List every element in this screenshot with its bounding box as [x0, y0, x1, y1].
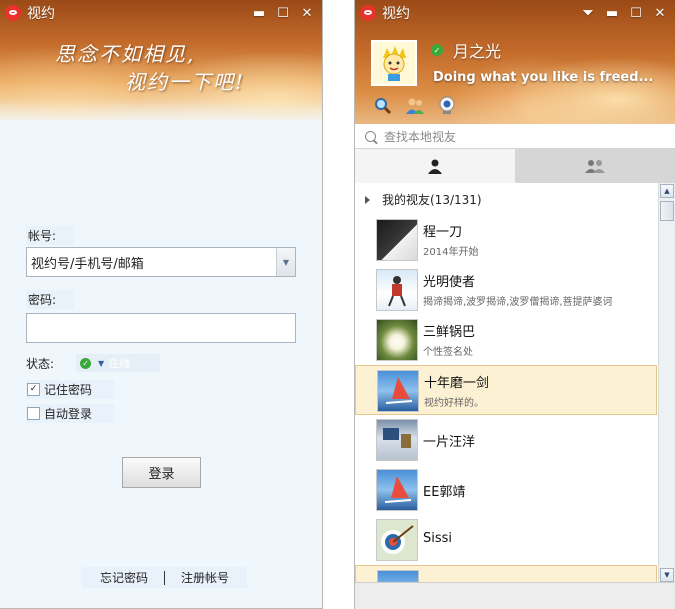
friend-item[interactable]: Sissi	[355, 515, 657, 565]
user-avatar[interactable]	[371, 40, 417, 86]
friend-list-scrollbar[interactable]: ▲ ▼	[658, 183, 675, 583]
app-logo-icon	[5, 5, 21, 21]
app-title: 视约	[27, 6, 55, 22]
office-avatar	[376, 419, 418, 461]
friend-name: 光明使者	[423, 275, 476, 290]
search-friend-icon[interactable]	[373, 96, 393, 116]
auto-login-label: 自动登录	[44, 407, 93, 421]
friend-item-selected[interactable]: 十年磨一剑 视约好样的。	[355, 365, 657, 415]
account-combobox[interactable]: 视约号/手机号/邮箱 ▼	[26, 247, 296, 277]
app-logo-icon	[360, 5, 376, 21]
nickname: 月之光	[453, 42, 502, 61]
scroll-up-button[interactable]: ▲	[660, 184, 674, 198]
minimize-button[interactable]: ▬	[250, 4, 268, 22]
link-separator	[164, 570, 166, 585]
friend-list-window: ✓ 月之光 Doing what you like is freed... 视约…	[354, 0, 675, 609]
main-titlebar[interactable]: 视约 ⏷ ▬ ☐ ✕	[355, 0, 675, 26]
password-label: 密码:	[26, 290, 75, 309]
caret-down-icon: ▼	[98, 358, 105, 368]
friend-list: 我的视友(13/131) 程一刀 2014年开始 光明使者 揭谛揭谛,波罗揭谛,…	[355, 183, 675, 583]
password-input[interactable]	[26, 313, 296, 343]
register-account-link[interactable]: 注册帐号	[171, 569, 239, 586]
friend-item[interactable]: 三鲜锅巴 个性签名处	[355, 315, 657, 365]
status-value: 在线	[108, 357, 131, 370]
signature-text[interactable]: Doing what you like is freed...	[433, 70, 653, 85]
friend-name: 程一刀	[423, 225, 463, 240]
remember-password-label: 记住密码	[44, 383, 93, 397]
friend-item-partial[interactable]	[355, 565, 657, 583]
remember-password-checkbox[interactable]: ✓ 记住密码	[26, 380, 115, 399]
person-icon	[428, 159, 442, 174]
contact-tabs	[355, 149, 675, 183]
checkmark-icon: ✓	[27, 383, 40, 396]
menu-dropdown-button[interactable]: ⏷	[579, 4, 597, 22]
login-titlebar[interactable]: 视约 ▬ ☐ ✕	[0, 0, 322, 26]
status-label: 状态:	[26, 356, 55, 371]
online-status-icon: ✓	[80, 357, 92, 369]
local-search-bar[interactable]: 查找本地视友	[355, 124, 675, 149]
windsurf-avatar	[377, 370, 419, 412]
close-button[interactable]: ✕	[651, 4, 669, 22]
account-input[interactable]: 视约号/手机号/邮箱	[27, 253, 144, 272]
expand-triangle-icon[interactable]	[365, 195, 370, 204]
target-avatar	[376, 519, 418, 561]
cartoon-avatar-icon	[383, 46, 406, 81]
forgot-password-link[interactable]: 忘记密码	[90, 569, 158, 586]
account-label: 帐号:	[26, 226, 75, 245]
friend-name: Sissi	[423, 531, 453, 546]
slogan-line-1: 思念不如相见,	[55, 42, 196, 66]
search-icon	[365, 130, 376, 142]
friend-group-header[interactable]: 我的视友(13/131)	[365, 191, 482, 208]
group-icon	[585, 160, 605, 173]
windsurf-avatar	[376, 469, 418, 511]
search-input[interactable]: 查找本地视友	[384, 128, 456, 145]
online-status-icon[interactable]: ✓	[431, 44, 443, 56]
chevron-down-icon: ▼	[282, 257, 290, 267]
login-window: 思念不如相见, 视约一下吧! 视约 ▬ ☐ ✕ 帐号: 视约号/手机号/邮箱 ▼…	[0, 0, 323, 609]
slogan-line-2: 视约一下吧!	[125, 70, 246, 94]
tab-friends[interactable]	[355, 149, 515, 183]
friend-item[interactable]: EE郭靖	[355, 465, 657, 515]
minimize-button[interactable]: ▬	[603, 4, 621, 22]
scroll-thumb[interactable]	[660, 201, 674, 221]
toolbar	[373, 96, 457, 116]
friend-name: EE郭靖	[423, 485, 466, 500]
eagle-avatar	[376, 219, 418, 261]
friend-item[interactable]: 一片汪洋	[355, 415, 657, 465]
bottom-status-bar	[355, 582, 675, 609]
flower-avatar	[376, 319, 418, 361]
maximize-button[interactable]: ☐	[627, 4, 645, 22]
auto-login-checkbox[interactable]: 自动登录	[26, 404, 115, 423]
close-button[interactable]: ✕	[298, 4, 316, 22]
group-name: 我的视友(13/131)	[382, 193, 482, 207]
friend-item[interactable]: 光明使者 揭谛揭谛,波罗揭谛,波罗僧揭谛,菩提萨婆诃	[355, 265, 657, 315]
friend-name: 三鲜锅巴	[423, 325, 476, 340]
login-button[interactable]: 登录	[122, 457, 201, 488]
tab-groups[interactable]	[515, 149, 675, 183]
account-dropdown-button[interactable]: ▼	[276, 248, 295, 276]
scroll-down-button[interactable]: ▼	[660, 568, 674, 582]
friend-signature: 2014年开始	[423, 247, 479, 258]
contacts-icon[interactable]	[405, 96, 425, 116]
nickname-row: ✓ 月之光	[431, 38, 501, 62]
maximize-button[interactable]: ☐	[274, 4, 292, 22]
friend-signature: 揭谛揭谛,波罗揭谛,波罗僧揭谛,菩提萨婆诃	[423, 297, 613, 308]
friend-signature: 个性签名处	[423, 347, 473, 358]
friend-name: 十年磨一剑	[424, 376, 490, 391]
status-row: 状态: ✓ ▼ 在线	[26, 354, 161, 372]
checkbox-empty-icon	[27, 407, 40, 420]
status-selector[interactable]: ✓ ▼ 在线	[76, 354, 161, 372]
friend-name: 一片汪洋	[423, 435, 476, 450]
bottom-links: 忘记密码 注册帐号	[82, 567, 248, 588]
webcam-icon[interactable]	[437, 96, 457, 116]
app-title: 视约	[382, 6, 410, 22]
friend-signature: 视约好样的。	[424, 398, 484, 409]
skier-avatar	[376, 269, 418, 311]
friend-item[interactable]: 程一刀 2014年开始	[355, 215, 657, 265]
